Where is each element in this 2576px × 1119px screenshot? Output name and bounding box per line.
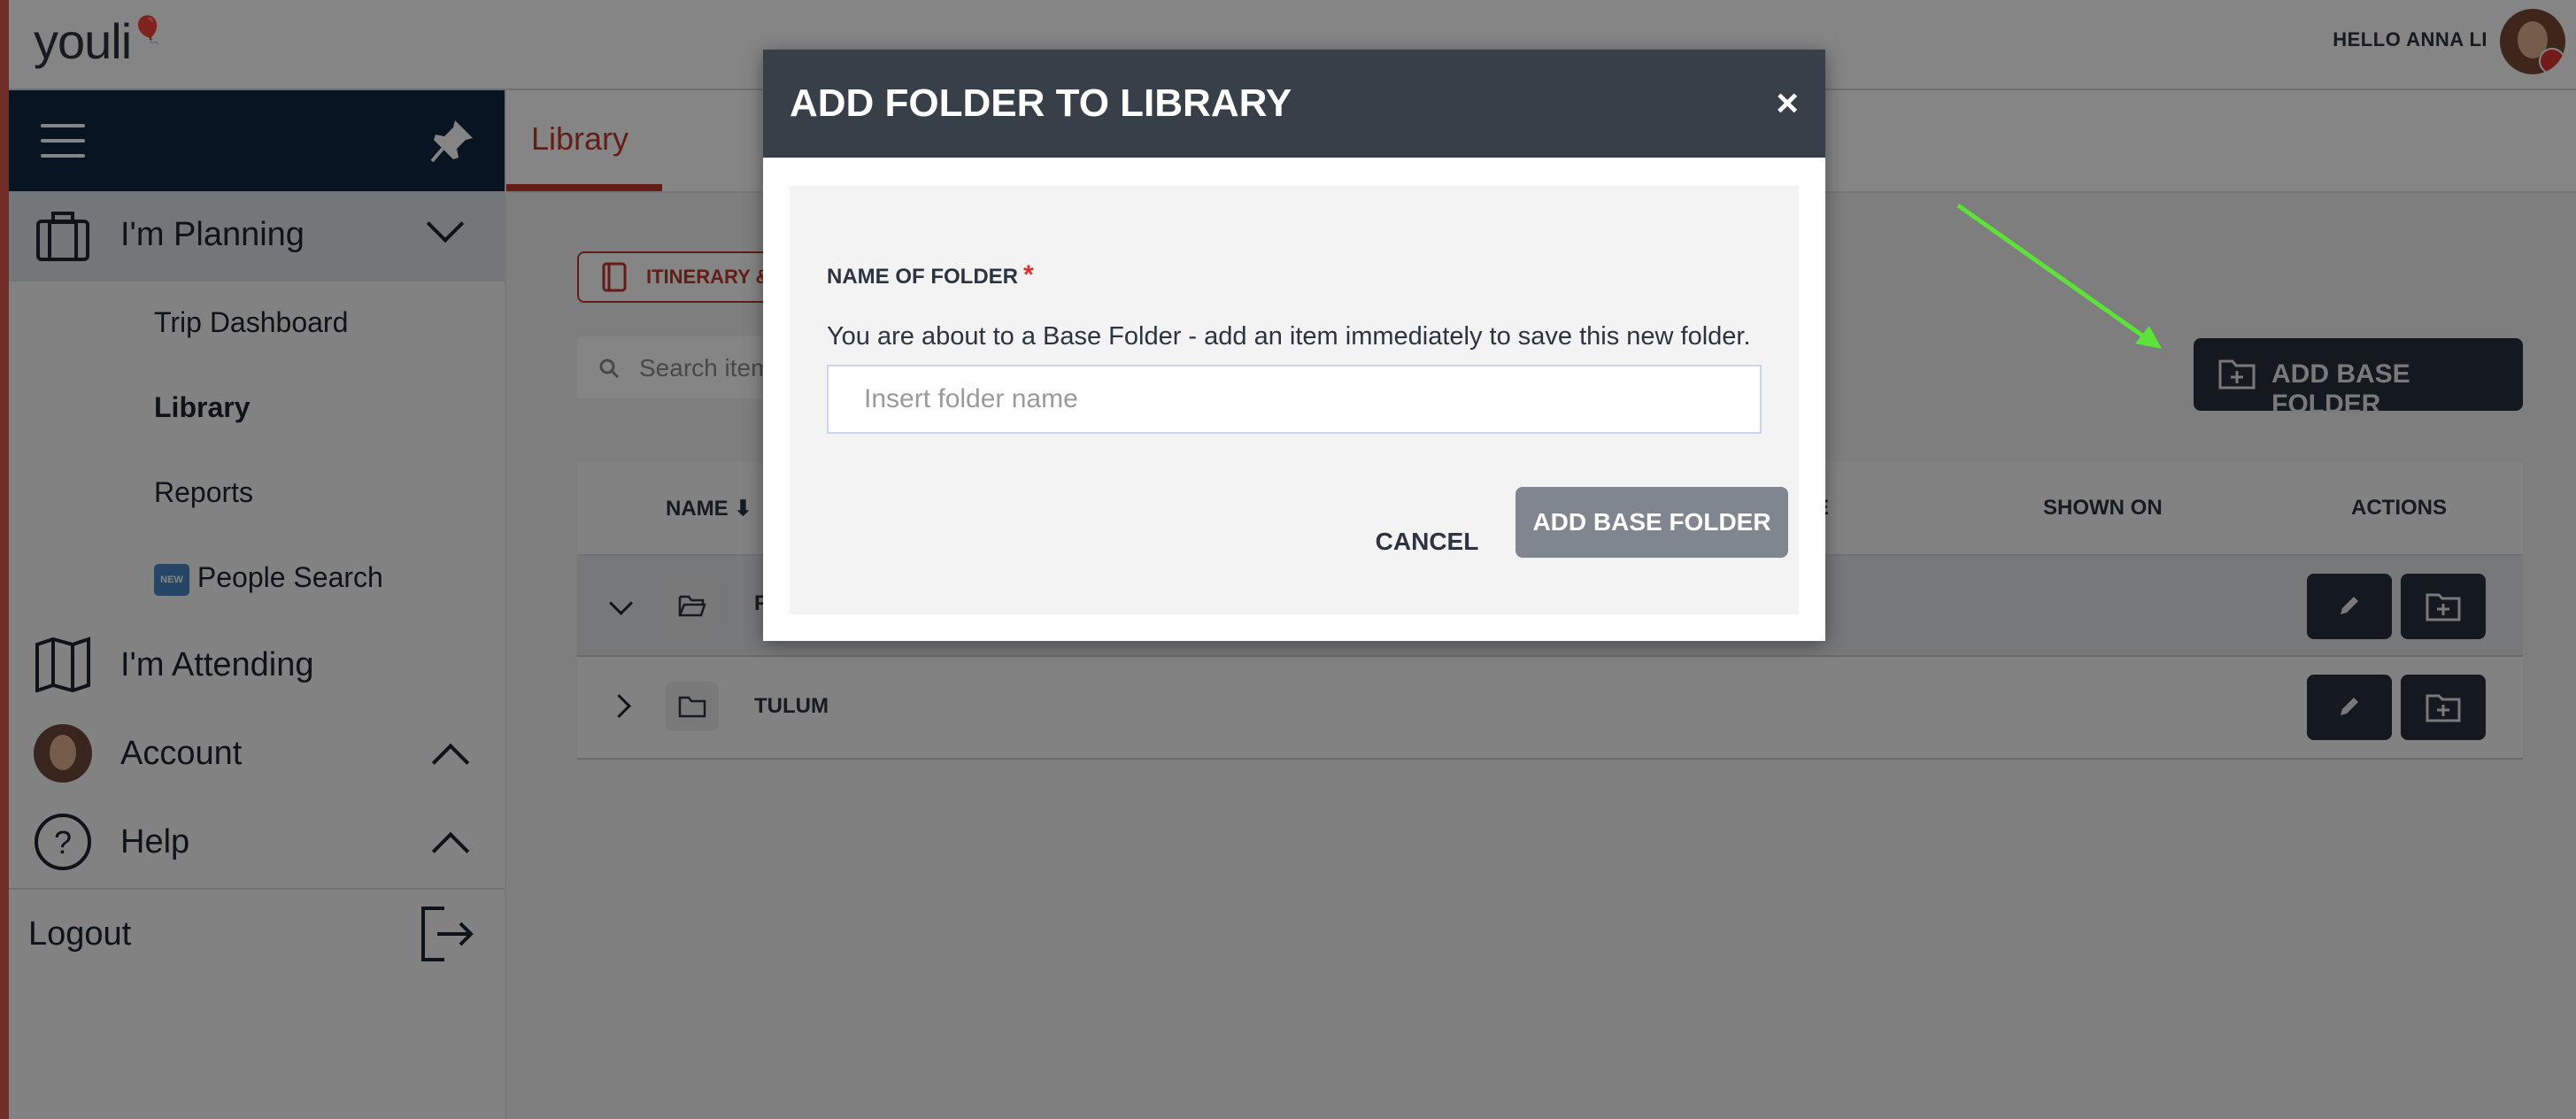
dialog-body: NAME OF FOLDER * You are about to a Base …	[790, 186, 1799, 614]
annotation-arrow-icon	[1956, 203, 2162, 349]
dialog-title: ADD FOLDER TO LIBRARY	[790, 81, 1292, 125]
folder-help-text: You are about to a Base Folder - add an …	[827, 322, 1751, 351]
folder-name-label: NAME OF FOLDER *	[827, 260, 1034, 289]
folder-name-input[interactable]	[827, 365, 1762, 434]
add-folder-dialog: ADD FOLDER TO LIBRARY × NAME OF FOLDER * …	[763, 50, 1825, 641]
close-icon[interactable]: ×	[1776, 81, 1799, 126]
dialog-header: ADD FOLDER TO LIBRARY ×	[763, 50, 1825, 158]
add-base-folder-submit-button[interactable]: ADD BASE FOLDER	[1516, 487, 1788, 558]
cancel-button[interactable]: CANCEL	[1338, 506, 1516, 577]
required-marker: *	[1023, 260, 1034, 289]
